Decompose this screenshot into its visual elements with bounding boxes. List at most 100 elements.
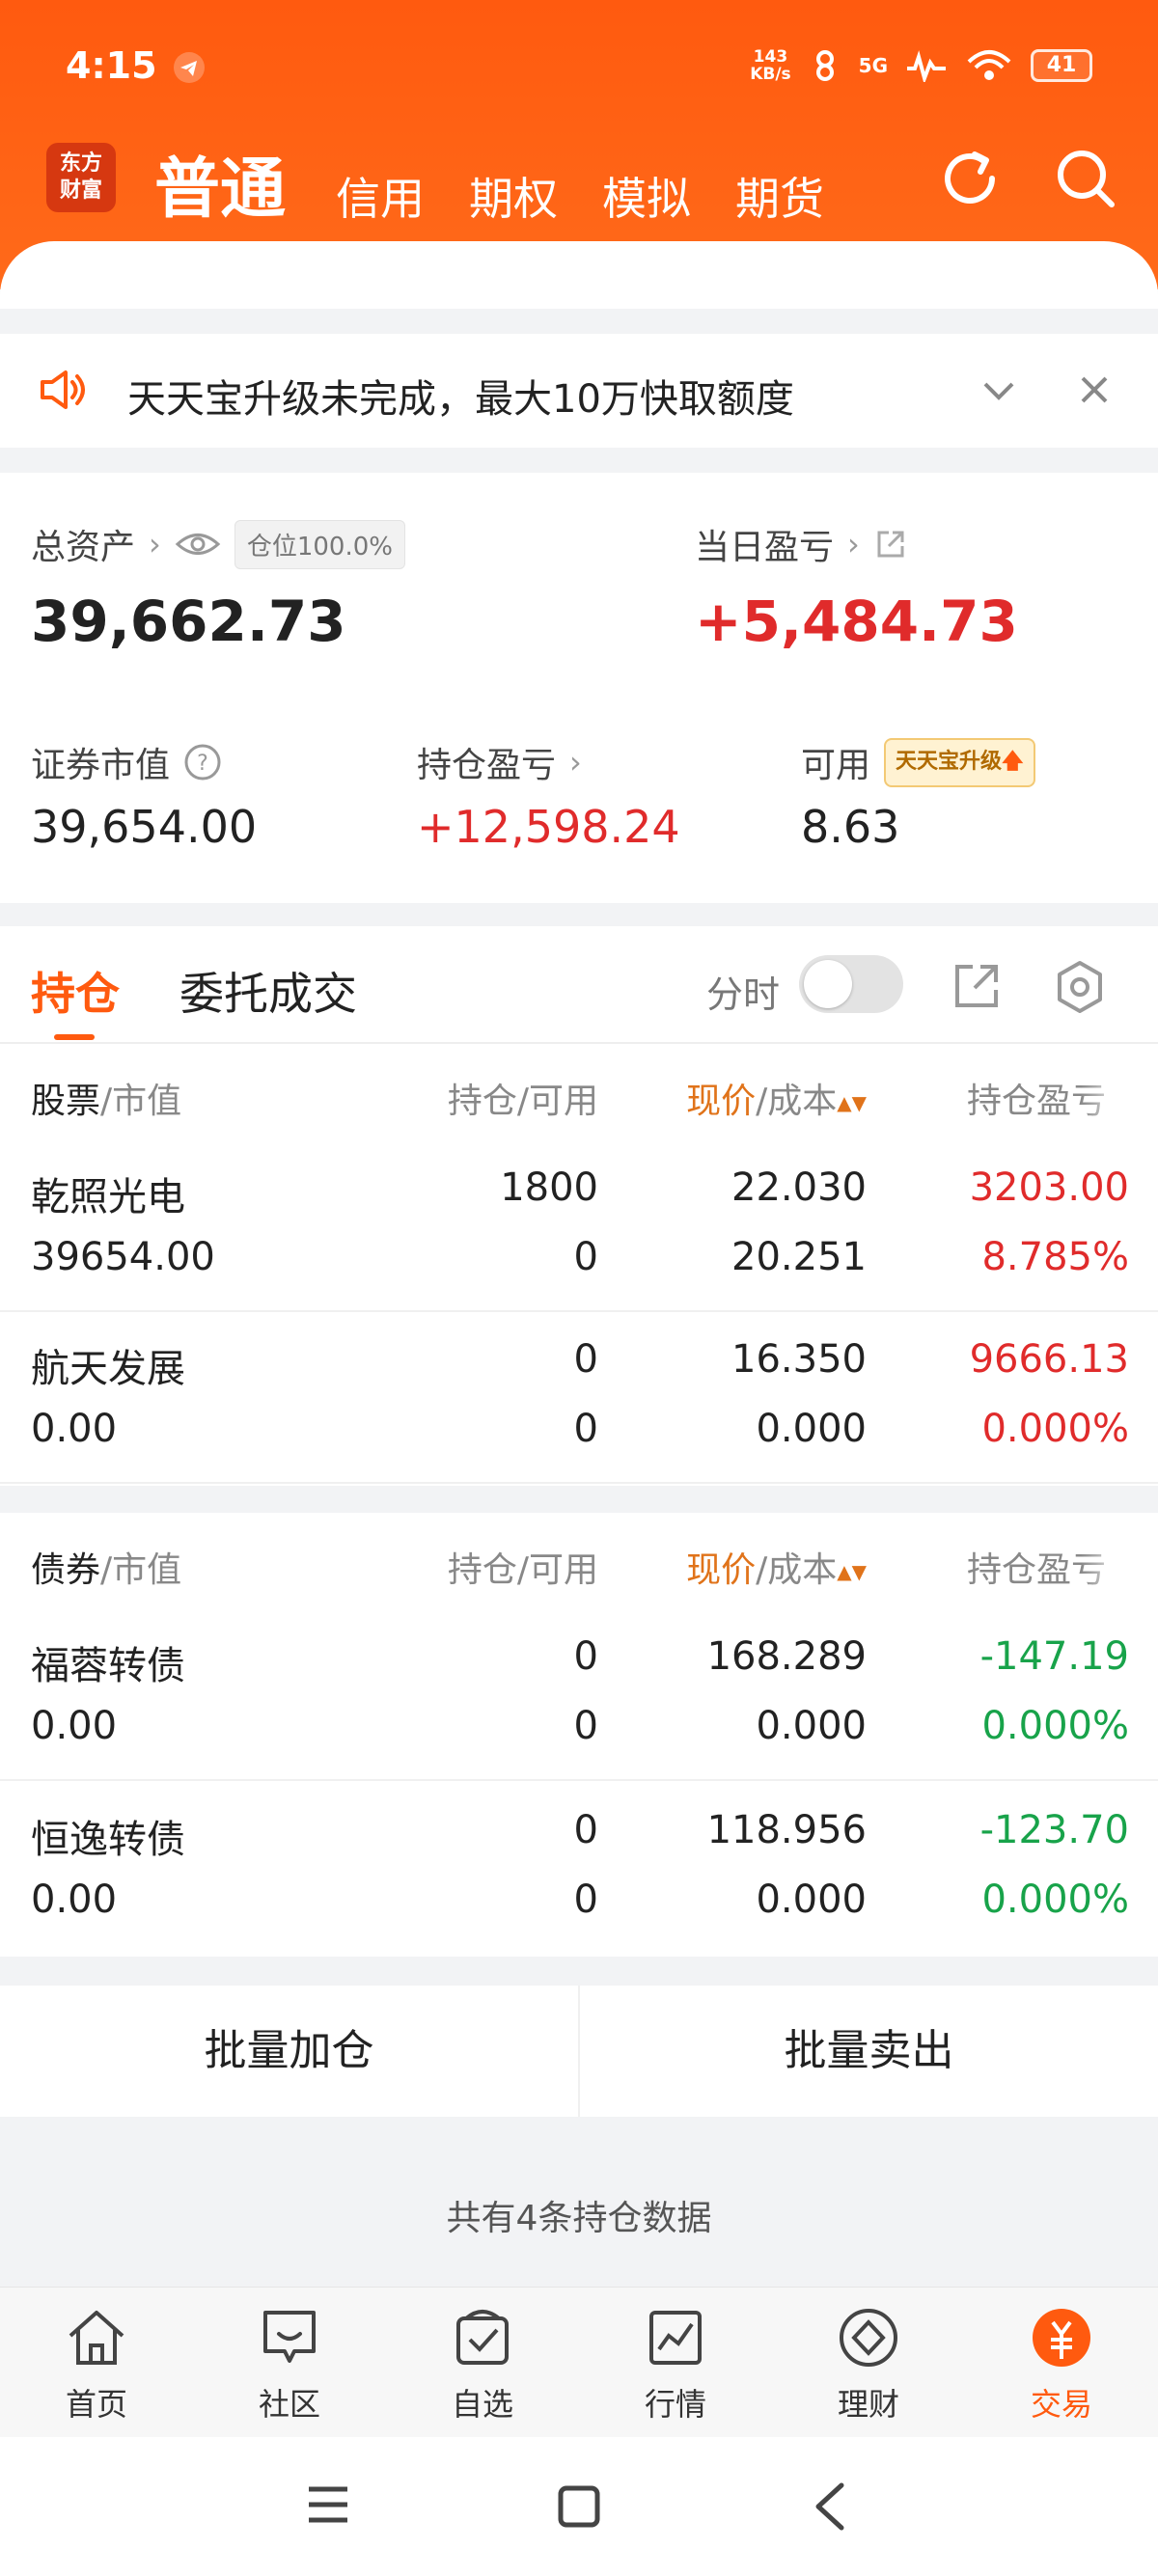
tab-simulation[interactable]: 模拟 (602, 164, 691, 228)
tab-credit[interactable]: 信用 (336, 164, 425, 228)
trade-icon (1033, 2309, 1090, 2367)
positions-tabs: 持仓 委托成交 分时 (0, 926, 1158, 1044)
bottom-nav: 首页 社区 自选 行情 理财 交易 (0, 2287, 1158, 2437)
menu-icon[interactable] (305, 2483, 351, 2526)
total-assets-header[interactable]: 总资产 › 仓位100.0% (31, 519, 405, 569)
holding-pl-pct: 8.785% (981, 1235, 1129, 1279)
table-row[interactable]: 福蓉转债 0.00 0 0 168.289 0.000 -147.19 0.00… (0, 1609, 1158, 1781)
bond-col-holding: 持仓/可用 (447, 1550, 598, 1590)
holding-qty: 0 (573, 1337, 598, 1382)
timeshare-label: 分时 (706, 973, 781, 1016)
positions-panel: 持仓 委托成交 分时 股票/市值 持仓/可用 现价/成本▲▼ 持仓盈亏 乾照光电… (0, 926, 1158, 1957)
nav-watchlist[interactable]: 自选 (415, 2307, 550, 2425)
holding-pl-label: 持仓盈亏 (417, 746, 557, 785)
market-value: 0.00 (31, 1407, 118, 1451)
securities-mv-header: 证券市值 ? (31, 737, 222, 787)
table-row[interactable]: 乾照光电 39654.00 1800 0 22.030 20.251 3203.… (0, 1140, 1158, 1312)
bond-table-header: 债券/市值 持仓/可用 现价/成本▲▼ 持仓盈亏 (0, 1513, 1158, 1609)
network-type: 5G (858, 54, 888, 77)
signal-icon (907, 50, 946, 82)
holdings-count: 共有4条持仓数据 (446, 2199, 712, 2238)
upgrade-badge[interactable]: 天天宝升级🡅 (884, 737, 1035, 787)
timeshare-toggle[interactable] (799, 955, 903, 1013)
daily-pl-header[interactable]: 当日盈亏 › (695, 519, 908, 569)
nav-market[interactable]: 行情 (608, 2307, 743, 2425)
speaker-icon (41, 370, 85, 409)
holding-pl: -147.19 (979, 1634, 1129, 1679)
holding-pl-pct: 0.000% (981, 1407, 1129, 1451)
total-assets-value: 39,662.73 (31, 589, 346, 654)
close-icon[interactable] (1075, 370, 1114, 409)
watchlist-icon (456, 2310, 509, 2365)
daily-pl-label: 当日盈亏 (695, 528, 835, 567)
holding-pl-header[interactable]: 持仓盈亏 › (417, 737, 582, 787)
system-nav-bar (0, 2437, 1158, 2576)
batch-add-button[interactable]: 批量加仓 (0, 1986, 578, 2117)
notice-text: 天天宝升级未完成，最大10万快取额度 (127, 377, 794, 422)
total-assets-label: 总资产 (31, 528, 136, 567)
current-price: 168.289 (706, 1634, 867, 1679)
holding-pl: 9666.13 (969, 1337, 1129, 1382)
external-link-icon[interactable] (873, 527, 908, 562)
available-qty: 0 (573, 1877, 598, 1922)
nav-community[interactable]: 社区 (222, 2307, 357, 2425)
daily-pl-value: +5,484.73 (695, 589, 1018, 654)
market-value: 0.00 (31, 1704, 118, 1748)
wifi-icon (967, 50, 1011, 80)
gear-icon[interactable] (1052, 959, 1108, 1015)
home-icon (69, 2311, 124, 2365)
holding-pl-pct: 0.000% (981, 1704, 1129, 1748)
chevron-right-icon: › (149, 526, 161, 562)
stock-col-price[interactable]: 现价/成本▲▼ (686, 1073, 867, 1123)
bond-col-price[interactable]: 现价/成本▲▼ (686, 1542, 867, 1592)
wealth-icon (840, 2309, 897, 2367)
nav-wealth[interactable]: 理财 (801, 2307, 936, 2425)
up-arrow-icon: 🡅 (1002, 749, 1024, 774)
help-icon[interactable]: ? (183, 743, 222, 781)
nav-home[interactable]: 首页 (29, 2307, 164, 2425)
holding-pl-value: +12,598.24 (417, 801, 680, 853)
table-row[interactable]: 恒逸转债 0.00 0 0 118.956 0.000 -123.70 0.00… (0, 1783, 1158, 1955)
tab-orders[interactable]: 委托成交 (179, 959, 357, 1023)
share-icon[interactable] (951, 959, 1004, 1011)
telegram-icon (174, 52, 205, 83)
chevron-down-icon[interactable] (979, 370, 1018, 409)
position-ratio-badge: 仓位100.0% (234, 519, 405, 569)
tab-options[interactable]: 期权 (469, 164, 558, 228)
bond-col-name: 债券/市值 (31, 1550, 182, 1590)
tab-holdings[interactable]: 持仓 (31, 959, 120, 1023)
chevron-right-icon: › (569, 744, 582, 781)
securities-mv-label: 证券市值 (31, 746, 171, 785)
status-time: 4:15 (66, 44, 157, 87)
nav-trade[interactable]: 交易 (994, 2307, 1129, 2425)
current-price: 16.350 (731, 1337, 867, 1382)
available-header: 可用 天天宝升级🡅 (801, 737, 1035, 787)
back-icon[interactable] (807, 2481, 853, 2532)
chevron-right-icon: › (847, 526, 860, 562)
app-logo[interactable]: 东方 财富 (46, 143, 116, 212)
notice-bar[interactable]: 天天宝升级未完成，最大10万快取额度 (0, 334, 1158, 448)
holding-qty: 1800 (500, 1165, 598, 1210)
eye-icon[interactable] (175, 530, 221, 559)
securities-mv-value: 39,654.00 (31, 801, 258, 853)
batch-actions: 批量加仓 批量卖出 (0, 1986, 1158, 2117)
current-price: 118.956 (706, 1808, 867, 1852)
available-qty: 0 (573, 1407, 598, 1451)
svg-text:?: ? (197, 752, 208, 776)
market-icon (649, 2311, 702, 2365)
batch-sell-button[interactable]: 批量卖出 (580, 1986, 1158, 2117)
security-name: 航天发展 (31, 1347, 185, 1391)
top-nav: 东方 财富 普通 信用 期权 模拟 期货 (46, 135, 1119, 228)
current-price: 22.030 (731, 1165, 867, 1210)
tab-normal[interactable]: 普通 (154, 135, 286, 231)
home-square-icon[interactable] (556, 2483, 602, 2530)
holding-pl: -123.70 (979, 1808, 1129, 1852)
market-value: 0.00 (31, 1877, 118, 1922)
table-row[interactable]: 航天发展 0.00 0 0 16.350 0.000 9666.13 0.000… (0, 1312, 1158, 1484)
hd-icon (815, 50, 834, 81)
status-bar: 4:15 143 KB/s 5G 41 (66, 44, 1092, 93)
tab-futures[interactable]: 期货 (735, 164, 824, 228)
cost-price: 0.000 (756, 1407, 867, 1451)
refresh-icon[interactable] (936, 145, 1004, 212)
search-icon[interactable] (1052, 145, 1119, 212)
